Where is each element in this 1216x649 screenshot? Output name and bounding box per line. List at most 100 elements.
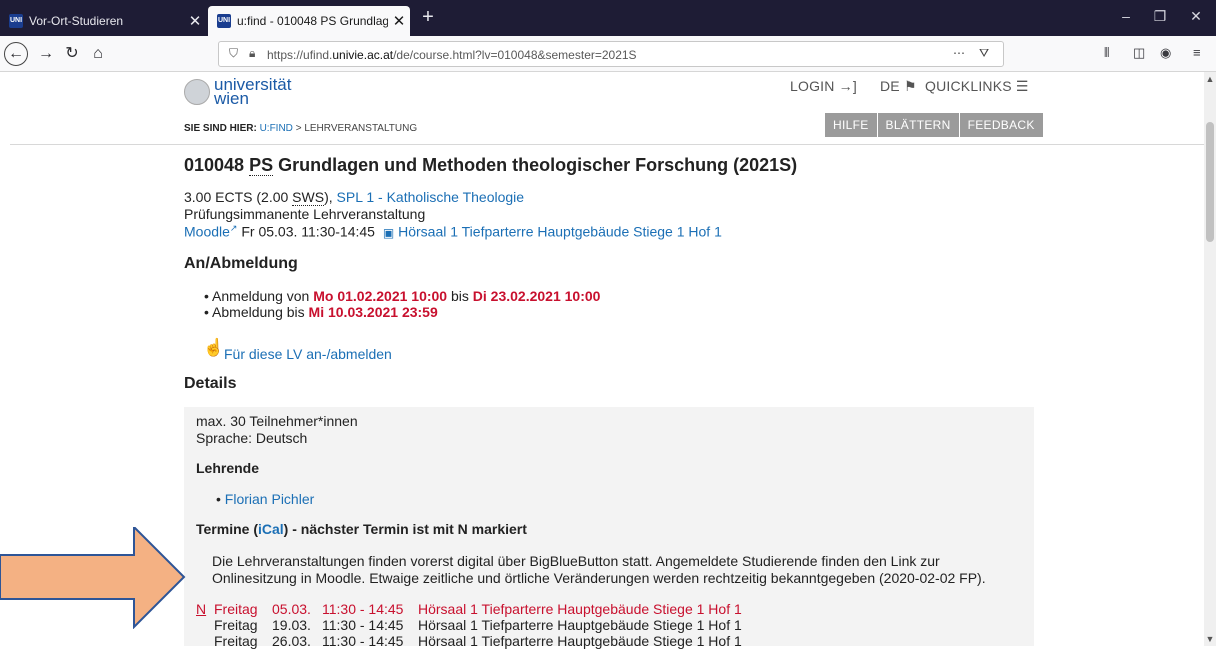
breadcrumb-current: > LEHRVERANSTALTUNG <box>295 123 418 134</box>
next-session-marker: N <box>196 601 207 617</box>
course-meta-line: Moodle↗ Fr 05.03. 11:30-14:45 ▣ Hörsaal … <box>184 223 722 240</box>
reload-icon[interactable]: ↻ <box>60 42 84 66</box>
library-icon[interactable]: ⫴ <box>1104 45 1109 61</box>
quicklinks-menu[interactable]: QUICKLINKS ☰ <box>925 78 1029 95</box>
course-type: PS <box>249 155 274 176</box>
ects-close: ), <box>324 189 333 205</box>
note-line-2: Onlinesitzung in Moodle. Etwaige zeitlic… <box>212 570 986 586</box>
abmeldung-to: Mi 10.03.2021 23:59 <box>308 304 438 320</box>
logo-text: universität wien <box>214 76 291 108</box>
session-time: 11:30 - 14:45 <box>322 633 404 649</box>
session-row: Freitag 26.03. 11:30 - 14:45 Hörsaal 1 Tief… <box>196 633 742 649</box>
abmeldung-prefix: Abmeldung bis <box>212 304 305 320</box>
url-bar[interactable]: ⛉ 🔒︎ https://ufind.univie.ac.at/de/cours… <box>218 41 1004 67</box>
anmeldung-mid: bis <box>450 288 469 304</box>
browse-button[interactable]: BLÄTTERN <box>877 113 959 137</box>
annotation-arrow <box>0 527 186 629</box>
anmeldung-prefix: Anmeldung von <box>212 288 310 304</box>
session-day: Freitag <box>214 633 258 649</box>
url-prefix: https://ufind. <box>267 48 333 62</box>
registration-heading: An/Abmeldung <box>184 255 298 272</box>
lecturer-item: • Florian Pichler <box>216 491 315 507</box>
language-info: Sprache: Deutsch <box>196 430 308 446</box>
tab-title: u:find - 010048 PS Grundlagen u <box>237 14 388 28</box>
session-room: Hörsaal 1 Tiefparterre Hauptgebäude Stie… <box>418 633 742 649</box>
register-link[interactable]: Für diese LV an-/abmelden <box>224 346 392 362</box>
feedback-button[interactable]: FEEDBACK <box>959 113 1043 137</box>
session-date: 26.03. <box>272 633 311 649</box>
session-date: 19.03. <box>272 617 311 633</box>
note-line-1: Die Lehrveranstaltungen finden vorerst d… <box>212 553 940 569</box>
anmeldung-item: • Anmeldung von Mo 01.02.2021 10:00 bis … <box>204 288 601 304</box>
external-link-icon: ↗ <box>229 223 238 233</box>
browser-tab-bar: UNI Vor-Ort-Studieren ✕ UNI u:find - 010… <box>0 0 1216 36</box>
url-domain: univie.ac.at <box>332 48 394 62</box>
max-participants: max. 30 Teilnehmer*innen <box>196 413 358 429</box>
room-icon: ▣ <box>382 225 395 240</box>
url-text[interactable]: https://ufind.univie.ac.at/de/course.htm… <box>267 48 637 62</box>
breadcrumb-ufind-link[interactable]: U:FIND <box>260 123 293 134</box>
moodle-link[interactable]: Moodle <box>184 224 230 240</box>
pointer-hand-icon: ☝ <box>203 338 225 357</box>
minimize-icon[interactable]: ‒ <box>1108 8 1144 24</box>
close-tab-icon[interactable]: ✕ <box>184 12 206 30</box>
abmeldung-item: • Abmeldung bis Mi 10.03.2021 23:59 <box>204 304 438 320</box>
window-close-icon[interactable]: ✕ <box>1178 8 1214 25</box>
browser-tab[interactable]: UNI Vor-Ort-Studieren ✕ <box>0 6 206 36</box>
course-title: 010048 PS Grundlagen und Methoden theolo… <box>184 155 797 176</box>
room-link[interactable]: Hörsaal 1 Tiefparterre Hauptgebäude Stie… <box>398 224 722 240</box>
home-icon[interactable]: ⌂ <box>86 42 110 66</box>
anmeldung-from: Mo 01.02.2021 10:00 <box>313 288 448 304</box>
breadcrumb-label: SIE SIND HIER: <box>184 123 257 134</box>
session-time: 11:30 - 14:45 <box>322 601 404 617</box>
termine-prefix: Termine ( <box>196 521 258 537</box>
lock-icon[interactable]: 🔒︎ <box>249 46 255 61</box>
login-link[interactable]: LOGIN →] <box>790 78 857 94</box>
help-button-group: HILFE BLÄTTERN FEEDBACK <box>825 113 1044 137</box>
sidebar-icon[interactable]: ◫ <box>1133 45 1145 61</box>
scroll-down-icon[interactable]: ▼ <box>1204 634 1216 644</box>
details-box: max. 30 Teilnehmer*innen Sprache: Deutsc… <box>184 407 1034 649</box>
ical-link[interactable]: iCal <box>258 521 284 537</box>
scroll-thumb[interactable] <box>1206 122 1214 242</box>
lecturer-link[interactable]: Florian Pichler <box>225 491 314 507</box>
ects-text: 3.00 ECTS (2.00 <box>184 189 289 205</box>
close-tab-icon[interactable]: ✕ <box>388 12 410 30</box>
university-seal-icon <box>184 79 210 105</box>
url-path: /de/course.html?lv=010048&semester=2021S <box>393 48 637 62</box>
univie-favicon-icon: UNI <box>217 14 231 28</box>
new-tab-icon[interactable]: + <box>416 6 440 29</box>
course-title-text: Grundlagen und Methoden theologischer Fo… <box>278 155 798 175</box>
shield-icon[interactable]: ⛉ <box>229 46 238 61</box>
header-divider <box>10 144 1204 145</box>
termine-suffix: ) - nächster Termin ist mit N markiert <box>283 521 527 537</box>
university-logo[interactable]: universität wien <box>184 76 291 108</box>
course-number: 010048 <box>184 155 245 175</box>
page-actions-icon[interactable]: ⋯ <box>953 46 965 60</box>
back-arrow-icon[interactable]: ← <box>4 42 28 66</box>
anmeldung-to: Di 23.02.2021 10:00 <box>472 288 601 304</box>
page-scrollbar[interactable]: ▲ ▼ <box>1204 72 1216 646</box>
sws-abbr: SWS <box>292 189 325 206</box>
browser-tab-active[interactable]: UNI u:find - 010048 PS Grundlagen u ✕ <box>208 6 410 36</box>
logo-line-2: wien <box>214 89 249 108</box>
browser-nav-bar: ← → ↻ ⌂ ⛉ 🔒︎ https://ufind.univie.ac.at/… <box>0 36 1216 72</box>
forward-arrow-icon[interactable]: → <box>34 42 58 66</box>
session-room: Hörsaal 1 Tiefparterre Hauptgebäude Stie… <box>418 601 742 617</box>
menu-icon[interactable]: ≡ <box>1193 45 1201 60</box>
session-row: N Freitag 05.03. 11:30 - 14:45 Hörsaal 1 Tie… <box>196 601 742 617</box>
page-content: universität wien LOGIN →] DE ⚑ QUICKLINK… <box>0 72 1216 649</box>
session-row: Freitag 19.03. 11:30 - 14:45 Hörsaal 1 Tief… <box>196 617 742 633</box>
univie-favicon-icon: UNI <box>9 14 23 28</box>
help-button[interactable]: HILFE <box>825 113 877 137</box>
session-time: 11:30 - 14:45 <box>322 617 404 633</box>
scroll-up-icon[interactable]: ▲ <box>1204 74 1216 84</box>
session-date: 05.03. <box>272 601 311 617</box>
pocket-icon[interactable]: ⛛ <box>979 46 989 61</box>
course-ects-line: 3.00 ECTS (2.00 SWS), SPL 1 - Katholisch… <box>184 189 525 206</box>
restore-icon[interactable]: ❐ <box>1142 8 1178 25</box>
spl-link[interactable]: SPL 1 - Katholische Theologie <box>337 189 525 205</box>
account-icon[interactable]: ◉ <box>1160 45 1171 61</box>
session-day: Freitag <box>214 617 258 633</box>
language-switch[interactable]: DE ⚑ <box>880 78 917 95</box>
